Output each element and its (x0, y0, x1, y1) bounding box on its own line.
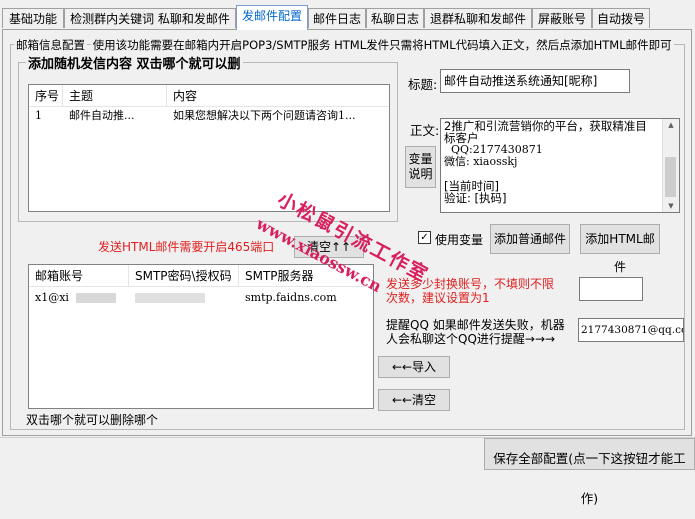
body-textarea[interactable]: 2推广和引流营销你的平台，获取精准目 标客户 QQ:2177430871 微信:… (440, 118, 680, 213)
use-variable-checkbox[interactable]: ✓ (418, 231, 431, 244)
mail-group-description: 使用该功能需要在邮箱内开启POP3/SMTP服务 HTML发件只需将HTML代码… (90, 38, 674, 52)
body-line: 微信: xiaosskj (444, 155, 518, 168)
account-list-footer: 双击哪个就可以删除哪个 (26, 413, 159, 427)
remind-qq-input[interactable]: 2177430871@qq.com (578, 318, 684, 342)
clear-accounts-button[interactable]: ←←清空 (378, 389, 450, 411)
row-account-text: x1@xi (35, 291, 69, 304)
redacted-blur (76, 293, 117, 303)
tab-mail-log[interactable]: 邮件日志 (308, 8, 366, 28)
row-account: x1@xi (29, 289, 129, 307)
remind-label: 提醒QQ 如果邮件发送失败，机器 人会私聊这个QQ进行提醒→→→ (386, 318, 565, 346)
variable-help-button[interactable]: 变量 说明 (405, 146, 436, 188)
subject-label: 标题: (408, 77, 438, 92)
content-list[interactable]: 序号 主题 内容 1 邮件自动推... 如果您想解决以下两个问题请咨询1... (28, 84, 390, 212)
save-config-button[interactable]: 保存全部配置(点一下这按钮才能工作) (484, 438, 695, 506)
tab-keyword-detect[interactable]: 检测群内关键词 私聊和发邮件 (64, 8, 236, 28)
redacted-blur (135, 293, 205, 303)
body-line: 验证: [执码] (444, 191, 507, 205)
use-variable-label: 使用变量 (435, 233, 484, 247)
mail-group-header: 邮箱信息配置 使用该功能需要在邮箱内开启POP3/SMTP服务 HTML发件只需… (14, 37, 674, 53)
col-index[interactable]: 序号 (29, 85, 63, 107)
tab-quit-group[interactable]: 退群私聊和发邮件 (424, 8, 532, 28)
scroll-down-icon[interactable]: ▼ (663, 202, 679, 210)
content-group-title: 添加随机发信内容 双击哪个就可以删 (26, 53, 243, 72)
col-account[interactable]: 邮箱账号 (29, 265, 129, 287)
row-server: smtp.faidns.com (245, 291, 337, 304)
body-scrollbar[interactable]: ▲ ▼ (662, 119, 679, 212)
add-plain-mail-button[interactable]: 添加普通邮件 (490, 224, 570, 254)
tab-chat-log[interactable]: 私聊日志 (366, 8, 424, 28)
import-button[interactable]: ←←导入 (378, 356, 450, 378)
variable-help-label-1: 变量 (408, 152, 433, 166)
tab-basic[interactable]: 基础功能 (2, 8, 64, 28)
add-html-mail-button[interactable]: 添加HTML邮件 (580, 224, 660, 274)
port-notice: 发送HTML邮件需要开启465端口 (98, 240, 275, 254)
row-password (129, 289, 239, 307)
switch-count-input[interactable] (579, 277, 643, 301)
col-content[interactable]: 内容 (167, 85, 389, 107)
col-password[interactable]: SMTP密码\授权码 (129, 265, 239, 287)
tab-block-accounts[interactable]: 屏蔽账号 (532, 8, 592, 28)
row-content: 如果您想解决以下两个问题请咨询1... (173, 109, 356, 122)
tab-mail-config[interactable]: 发邮件配置 (236, 5, 308, 30)
col-subject[interactable]: 主题 (63, 85, 167, 107)
scroll-up-icon[interactable]: ▲ (663, 121, 679, 129)
row-index: 1 (35, 109, 42, 122)
mail-group-title: 邮箱信息配置 (14, 38, 87, 52)
row-subject: 邮件自动推... (69, 109, 135, 122)
subject-input[interactable]: 邮件自动推送系统通知[昵称] (440, 69, 630, 93)
account-list[interactable]: 邮箱账号 SMTP密码\授权码 SMTP服务器 x1@xi smtp.faidn… (28, 264, 374, 409)
scroll-thumb[interactable] (665, 157, 676, 197)
variable-help-label-2: 说明 (408, 167, 433, 181)
tab-auto-dial[interactable]: 自动拨号 (592, 8, 650, 28)
tab-bar: 基础功能 检测群内关键词 私聊和发邮件 发邮件配置 邮件日志 私聊日志 退群私聊… (0, 0, 695, 30)
body-label: 正文: (410, 123, 440, 138)
